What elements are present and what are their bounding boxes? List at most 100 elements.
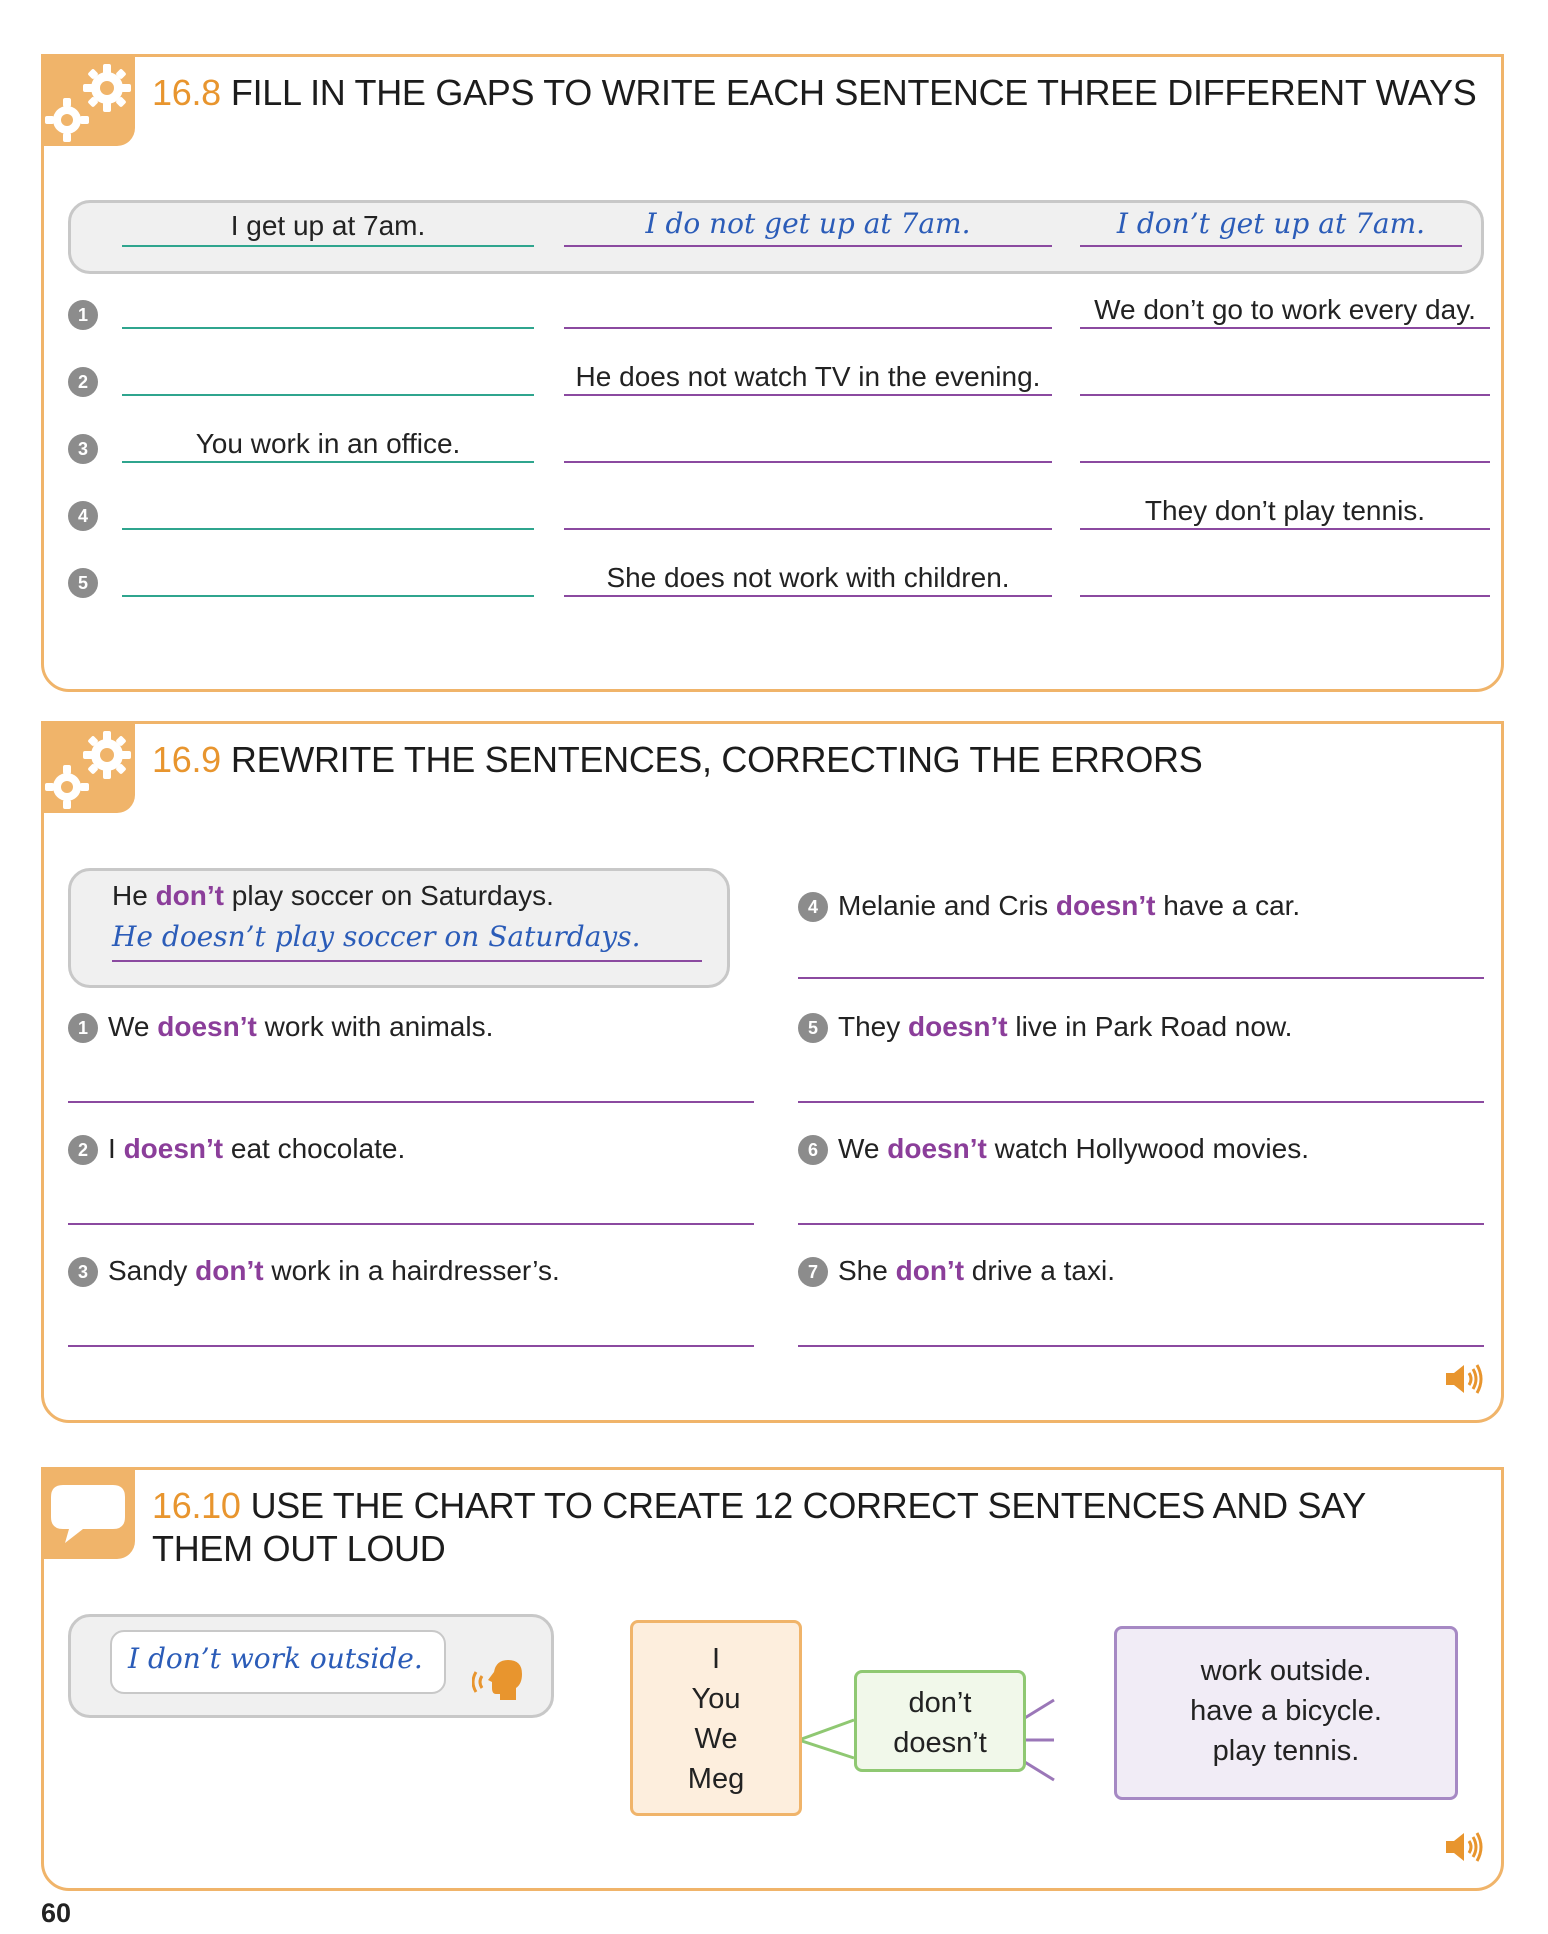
answer-line[interactable] [68, 1101, 754, 1103]
item-number: 5 [798, 1013, 828, 1043]
answer-line-col1[interactable] [122, 327, 534, 329]
sentence-text: Sandy [108, 1255, 196, 1286]
exercise-number: 16.8 [152, 72, 221, 113]
exercise-16-9: 16.9 REWRITE THE SENTENCES, CORRECTING TH… [41, 721, 1504, 1423]
subject-option: We [694, 1723, 738, 1755]
item-number: 1 [68, 1013, 98, 1043]
error-sentence: They doesn’t live in Park Road now. [838, 1010, 1292, 1044]
subject-option: Meg [687, 1763, 745, 1795]
sentence-text: live in Park Road now. [1007, 1011, 1293, 1042]
item-number: 1 [68, 300, 98, 330]
exercise-tab [41, 721, 135, 813]
error-word: don’t [155, 880, 224, 911]
ending-option: have a bicycle. [1190, 1695, 1382, 1727]
verb-option: doesn’t [893, 1727, 987, 1759]
error-word: doesn’t [1055, 890, 1156, 921]
answer-line[interactable] [798, 977, 1484, 979]
gears-icon [45, 731, 131, 809]
answer-line-col3[interactable] [1080, 595, 1490, 597]
error-sentence: I doesn’t eat chocolate. [108, 1132, 405, 1166]
answer-line-col3[interactable] [1080, 394, 1490, 396]
ending-box: work outside. have a bicycle. play tenni… [1114, 1626, 1458, 1800]
error-sentence: We doesn’t work with animals. [108, 1010, 493, 1044]
sentence-text: Melanie and Cris [838, 890, 1056, 921]
answer-line-col2 [564, 595, 1052, 597]
sentence-text: drive a taxi. [964, 1255, 1115, 1286]
answer-line-col2[interactable] [564, 327, 1052, 329]
item-number: 2 [68, 367, 98, 397]
example-col3: I don’t get up at 7am. [1116, 207, 1426, 240]
verb-option: don’t [908, 1687, 972, 1719]
answer-line[interactable] [798, 1101, 1484, 1103]
answer-line-col1[interactable] [122, 394, 534, 396]
exercise-number: 16.9 [152, 739, 221, 780]
answer-line-col3[interactable] [1080, 461, 1490, 463]
exercise-title: REWRITE THE SENTENCES, CORRECTING THE ER… [230, 739, 1203, 780]
answer-line-col2[interactable] [564, 461, 1052, 463]
error-sentence: She don’t drive a taxi. [838, 1254, 1115, 1288]
sentence-text: work in a hairdresser’s. [263, 1255, 560, 1286]
given-sentence: You work in an office. [195, 428, 461, 459]
answer-line-col2 [564, 394, 1052, 396]
sentence-text: I [108, 1133, 124, 1164]
error-word: doesn’t [887, 1133, 987, 1164]
given-sentence: They don’t play tennis. [1144, 495, 1426, 526]
answer-line [564, 245, 1052, 247]
sentence-text: We [838, 1133, 888, 1164]
item-number: 5 [68, 568, 98, 598]
example-answer: He doesn’t play soccer on Saturdays. [112, 920, 641, 953]
answer-line [122, 245, 534, 247]
answer-line-col3 [1080, 327, 1490, 329]
speech-bubble-icon [51, 1485, 125, 1543]
ending-option: work outside. [1200, 1655, 1372, 1687]
answer-line-col2[interactable] [564, 528, 1052, 530]
answer-line-col3 [1080, 528, 1490, 530]
answer-line[interactable] [68, 1345, 754, 1347]
answer-line[interactable] [798, 1345, 1484, 1347]
speaking-head-icon [472, 1660, 522, 1700]
error-word: doesn’t [157, 1011, 257, 1042]
sentence-text: She [838, 1255, 896, 1286]
answer-line[interactable] [68, 1223, 754, 1225]
sentence-text: play soccer on Saturdays. [224, 880, 554, 911]
given-sentence: She does not work with children. [606, 562, 1010, 593]
sentence-text: eat chocolate. [223, 1133, 406, 1164]
error-word: don’t [895, 1255, 965, 1286]
example-col2: I do not get up at 7am. [645, 207, 971, 240]
example-col1: I get up at 7am. [230, 210, 426, 241]
given-sentence: He does not watch TV in the evening. [575, 361, 1041, 392]
subject-option: You [691, 1683, 741, 1715]
example-sentence: I don’t work outside. [128, 1642, 423, 1675]
speaker-icon[interactable] [1444, 1830, 1484, 1864]
speaker-icon[interactable] [1444, 1362, 1484, 1396]
sentence-text: have a car. [1155, 890, 1301, 921]
error-sentence: We doesn’t watch Hollywood movies. [838, 1132, 1309, 1166]
exercise-number: 16.10 [152, 1485, 241, 1526]
exercise-title-line-1: USE THE CHART TO CREATE 12 CORRECT SENTE… [250, 1485, 1367, 1526]
exercise-tab [41, 1467, 135, 1559]
sentence-text: He [112, 880, 156, 911]
answer-line[interactable] [798, 1223, 1484, 1225]
exercise-heading: 16.9 REWRITE THE SENTENCES, CORRECTING TH… [152, 738, 1203, 781]
given-sentence: We don’t go to work every day. [1094, 294, 1476, 325]
item-number: 2 [68, 1135, 98, 1165]
error-sentence: Melanie and Cris doesn’t have a car. [838, 889, 1300, 923]
sentence-text: They [838, 1011, 909, 1042]
gears-icon [45, 64, 131, 142]
exercise-heading: 16.10 USE THE CHART TO CREATE 12 CORRECT … [152, 1484, 1366, 1570]
item-number: 3 [68, 1257, 98, 1287]
error-word: doesn’t [908, 1011, 1008, 1042]
sentence-text: We [108, 1011, 158, 1042]
item-number: 4 [68, 501, 98, 531]
exercise-heading: 16.8 FILL IN THE GAPS TO WRITE EACH SENTE… [152, 71, 1477, 114]
answer-line-col1[interactable] [122, 528, 534, 530]
answer-line-col1[interactable] [122, 595, 534, 597]
exercise-16-8: 16.8 FILL IN THE GAPS TO WRITE EACH SENTE… [41, 54, 1504, 692]
exercise-16-10: 16.10 USE THE CHART TO CREATE 12 CORRECT … [41, 1467, 1504, 1891]
subject-option: I [711, 1643, 721, 1675]
item-number: 6 [798, 1135, 828, 1165]
item-number: 4 [798, 892, 828, 922]
sentence-text: watch Hollywood movies. [986, 1133, 1309, 1164]
error-word: don’t [195, 1255, 264, 1286]
item-number: 7 [798, 1257, 828, 1287]
